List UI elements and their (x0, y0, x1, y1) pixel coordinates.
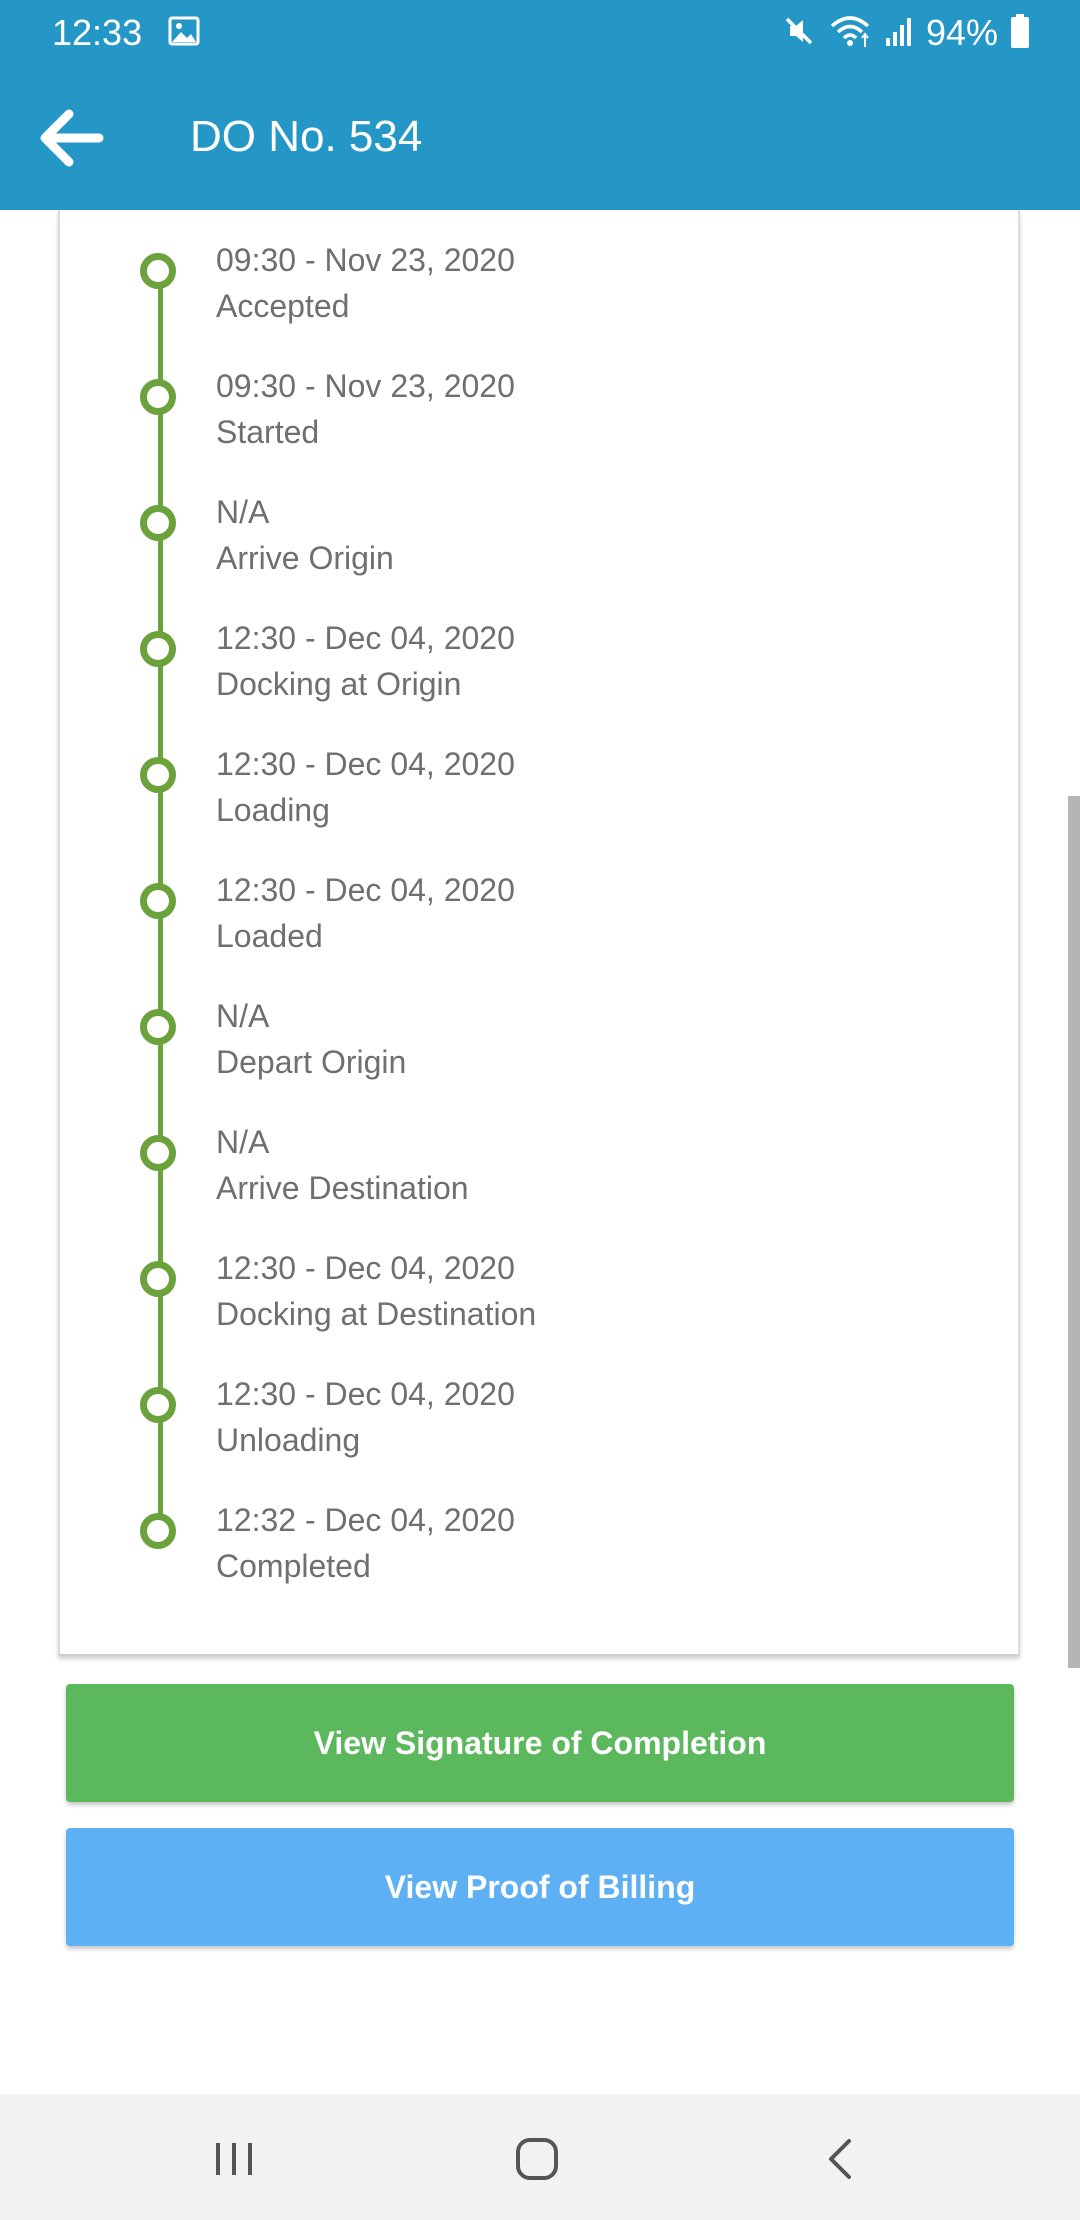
timeline-time: 12:30 - Dec 04, 2020 (216, 872, 515, 908)
timeline-item-accepted: 09:30 - Nov 23, 2020 Accepted (60, 230, 960, 340)
image-icon (168, 16, 200, 46)
timeline-item-arrive-destination: N/A Arrive Destination (60, 1112, 960, 1222)
home-button[interactable] (497, 2124, 577, 2194)
system-back-button[interactable] (800, 2124, 880, 2194)
view-billing-button[interactable]: View Proof of Billing (66, 1828, 1014, 1946)
scrollbar[interactable] (1068, 796, 1080, 1668)
timeline-dot (140, 379, 176, 415)
timeline-item-loading: 12:30 - Dec 04, 2020 Loading (60, 734, 960, 844)
timeline-item-arrive-origin: N/A Arrive Origin (60, 482, 960, 592)
timeline-dot (140, 1009, 176, 1045)
timeline-dot (140, 253, 176, 289)
status-icons: 94% (782, 10, 1030, 56)
back-icon (829, 2139, 851, 2179)
timeline-dot (140, 1387, 176, 1423)
timeline-status: Loading (216, 792, 330, 828)
home-icon (516, 2138, 558, 2180)
timeline-status: Accepted (216, 288, 350, 324)
timeline-status: Loaded (216, 918, 323, 954)
status-timeline-card: 09:30 - Nov 23, 2020 Accepted 09:30 - No… (58, 210, 1020, 1656)
arrow-left-icon (40, 109, 104, 167)
timeline-item-unloading: 12:30 - Dec 04, 2020 Unloading (60, 1364, 960, 1474)
timeline-time: 09:30 - Nov 23, 2020 (216, 242, 515, 278)
timeline-time: N/A (216, 494, 270, 530)
battery-icon (1010, 13, 1030, 54)
timeline-item-started: 09:30 - Nov 23, 2020 Started (60, 356, 960, 466)
timeline-time: 12:30 - Dec 04, 2020 (216, 1250, 515, 1286)
timeline-dot (140, 1135, 176, 1171)
timeline-item-loaded: 12:30 - Dec 04, 2020 Loaded (60, 860, 960, 970)
timeline-dot (140, 883, 176, 919)
signal-icon (884, 14, 914, 53)
timeline-status: Docking at Destination (216, 1296, 537, 1332)
page-title: DO No. 534 (190, 112, 423, 161)
navigation-bar (0, 2094, 1080, 2220)
view-signature-button[interactable]: View Signature of Completion (66, 1684, 1014, 1802)
timeline-status: Arrive Origin (216, 540, 394, 576)
timeline-dot (140, 631, 176, 667)
back-button[interactable] (28, 100, 112, 176)
timeline-status: Depart Origin (216, 1044, 407, 1080)
timeline-status: Started (216, 414, 320, 450)
timeline-status: Completed (216, 1548, 371, 1584)
timeline-item-depart-origin: N/A Depart Origin (60, 986, 960, 1096)
status-bar: 12:33 94% (0, 0, 1080, 66)
status-time: 12:33 (52, 12, 143, 53)
timeline-dot (140, 757, 176, 793)
timeline-item-completed: 12:32 - Dec 04, 2020 Completed (60, 1490, 960, 1600)
timeline-time: 09:30 - Nov 23, 2020 (216, 368, 515, 404)
timeline-status: Unloading (216, 1422, 361, 1458)
timeline-dot (140, 505, 176, 541)
recents-icon (216, 2143, 252, 2175)
timeline-dot (140, 1261, 176, 1297)
wifi-icon (828, 14, 872, 53)
timeline-status: Arrive Destination (216, 1170, 469, 1206)
recents-button[interactable] (194, 2124, 274, 2194)
timeline-time: 12:30 - Dec 04, 2020 (216, 620, 515, 656)
timeline-time: N/A (216, 1124, 270, 1160)
timeline-dot (140, 1513, 176, 1549)
app-bar: DO No. 534 (0, 66, 1080, 210)
timeline-item-docking-destination: 12:30 - Dec 04, 2020 Docking at Destinat… (60, 1238, 960, 1348)
timeline-time: N/A (216, 998, 270, 1034)
timeline-time: 12:32 - Dec 04, 2020 (216, 1502, 515, 1538)
battery-percent: 94% (925, 12, 998, 53)
mute-icon (782, 14, 816, 53)
timeline-item-docking-origin: 12:30 - Dec 04, 2020 Docking at Origin (60, 608, 960, 718)
timeline-time: 12:30 - Dec 04, 2020 (216, 746, 515, 782)
timeline-time: 12:30 - Dec 04, 2020 (216, 1376, 515, 1412)
timeline-status: Docking at Origin (216, 666, 462, 702)
